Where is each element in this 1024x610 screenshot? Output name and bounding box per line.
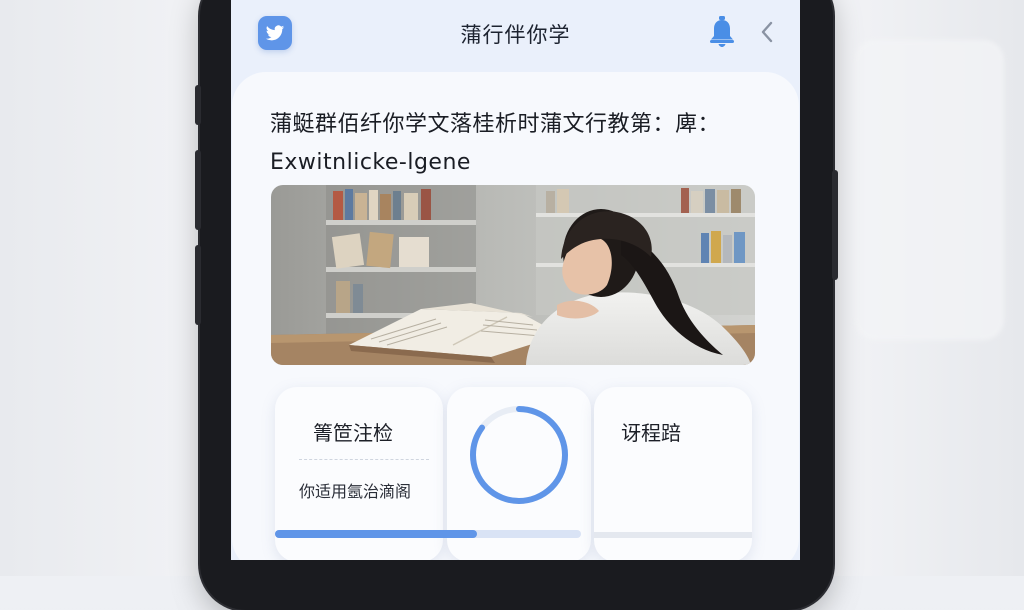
course-tile-bar — [594, 532, 752, 538]
phone-volume-down-button — [195, 245, 201, 325]
phone-screen: 蒲行伴你学 蒲蜓群佰纤你学文落桂析时蒲文行教第：庳： Exwitnlicke-l… — [231, 0, 800, 560]
course-tile[interactable]: 讶程踣 — [594, 387, 752, 560]
course-tile-title: 讶程踣 — [621, 421, 681, 445]
phone-frame: 蒲行伴你学 蒲蜓群佰纤你学文落桂析时蒲文行教第：庳： Exwitnlicke-l… — [195, 0, 838, 610]
article-heading: 蒲蜓群佰纤你学文落桂析时蒲文行教第：庳： Exwitnlicke-lgene — [270, 106, 770, 182]
study-tile-subtitle: 你适用氬治滴阁 — [299, 482, 412, 501]
content-card: 蒲蜓群佰纤你学文落桂析时蒲文行教第：庳： Exwitnlicke-lgene 箐… — [232, 72, 799, 560]
phone-power-button — [832, 170, 838, 280]
bell-icon[interactable] — [709, 15, 735, 51]
background-blur-shape — [854, 40, 1004, 340]
progress-bar-fill — [275, 530, 477, 538]
article-heading-line1: 蒲蜓群佰纤你学文落桂析时蒲文行教第：庳： — [270, 112, 721, 137]
bird-icon[interactable] — [258, 16, 292, 50]
study-tile-divider — [299, 459, 429, 460]
phone-volume-up-button — [195, 150, 201, 230]
progress-ring — [470, 406, 568, 504]
phone-side-button — [195, 85, 201, 125]
background-left — [0, 0, 200, 576]
page-title: 蒲行伴你学 — [460, 23, 571, 47]
chevron-left-icon[interactable] — [759, 19, 775, 49]
progress-bar — [275, 530, 581, 538]
article-photo[interactable] — [271, 185, 755, 365]
study-tile-title: 箐笸注检 — [313, 421, 393, 445]
article-heading-line2: Exwitnlicke-lgene — [270, 150, 471, 175]
top-nav-bar: 蒲行伴你学 — [231, 0, 800, 68]
